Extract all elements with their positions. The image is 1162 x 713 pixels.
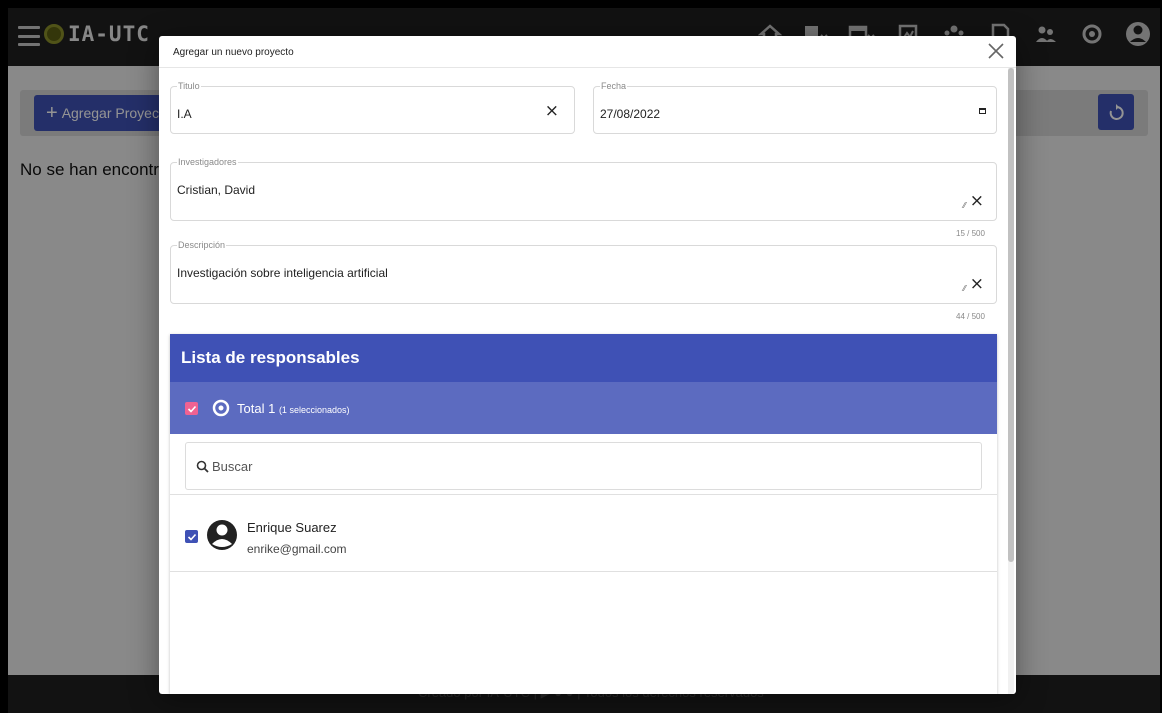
researchers-field[interactable]: Investigadores Cristian, David ⁄⁄ ×: [170, 157, 997, 221]
researchers-counter: 15 / 500: [956, 229, 985, 238]
user-name: Enrique Suarez: [247, 520, 337, 535]
description-counter: 44 / 500: [956, 312, 985, 321]
list-item[interactable]: Enrique Suarez enrike@gmail.com: [170, 495, 997, 571]
search-input[interactable]: [212, 453, 952, 479]
researchers-field-value[interactable]: Cristian, David: [177, 183, 255, 197]
search-box[interactable]: [185, 442, 982, 490]
calendar-icon[interactable]: [979, 108, 986, 114]
clear-researchers-icon[interactable]: ×: [970, 193, 984, 210]
date-field-value[interactable]: 27/08/2022: [600, 107, 660, 121]
description-field-value[interactable]: Investigación sobre inteligencia artific…: [177, 266, 388, 280]
title-field[interactable]: Titulo I.A ×: [170, 81, 575, 134]
description-field-label: Descripción: [177, 240, 227, 250]
dialog-header: Agregar un nuevo proyecto: [159, 36, 1016, 68]
select-all-checkbox[interactable]: [185, 402, 198, 415]
resize-handle-icon[interactable]: ⁄⁄: [963, 284, 966, 293]
clear-description-icon[interactable]: ×: [970, 276, 984, 293]
total-selected-text: Total 1 (1 seleccionados): [237, 401, 349, 416]
user-email: enrike@gmail.com: [247, 542, 347, 556]
dialog-scrollbar[interactable]: [1008, 68, 1014, 694]
resize-handle-icon[interactable]: ⁄⁄: [963, 201, 966, 210]
search-icon: [196, 460, 209, 473]
responsibles-list-title: Lista de responsables: [181, 348, 360, 367]
responsibles-list-subheader: Total 1 (1 seleccionados): [170, 382, 997, 434]
add-project-dialog: Agregar un nuevo proyecto Titulo I.A × F…: [159, 36, 1016, 694]
total-label: Total 1: [237, 401, 276, 416]
description-field[interactable]: Descripción Investigación sobre intelige…: [170, 240, 997, 304]
user-checkbox[interactable]: [185, 530, 198, 543]
avatar-icon: [207, 520, 237, 550]
date-field-label: Fecha: [600, 81, 628, 91]
eye-icon[interactable]: [212, 399, 230, 417]
dialog-title: Agregar un nuevo proyecto: [173, 47, 294, 58]
close-icon[interactable]: [986, 41, 1006, 61]
title-field-value[interactable]: I.A: [177, 107, 192, 121]
responsibles-list: Lista de responsables Total 1 (1 selecci…: [170, 334, 997, 694]
researchers-field-label: Investigadores: [177, 157, 238, 167]
date-field[interactable]: Fecha 27/08/2022: [593, 81, 997, 134]
selected-count-label: (1 seleccionados): [278, 405, 350, 415]
responsibles-list-header: Lista de responsables: [170, 334, 997, 382]
title-field-label: Titulo: [177, 81, 201, 91]
divider: [170, 571, 997, 572]
clear-title-icon[interactable]: ×: [545, 103, 559, 120]
scrollbar-thumb[interactable]: [1008, 68, 1014, 562]
